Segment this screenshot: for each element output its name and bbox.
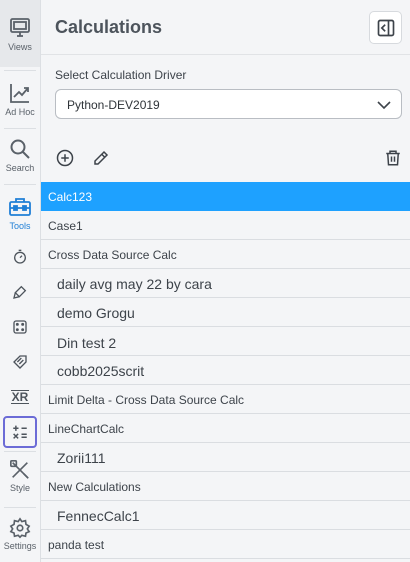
calculations-panel: Calculations Select Calculation Driver P… (41, 0, 410, 562)
list-item[interactable]: Cross Data Source Calc (41, 240, 410, 269)
list-item[interactable]: daily avg may 22 by cara (41, 269, 410, 298)
rail-divider (4, 507, 36, 508)
nav-tools-label: Tools (9, 220, 31, 231)
list-item-label: Case1 (48, 219, 83, 233)
panel-header: Calculations (41, 0, 410, 55)
tag-icon (13, 355, 27, 369)
list-item-label: Calc123 (48, 190, 93, 204)
nav-search[interactable]: Search (0, 134, 40, 176)
list-toolbar (41, 134, 410, 182)
dice-icon (13, 320, 27, 334)
list-item[interactable]: Zorii111 (41, 443, 410, 472)
tool-dice[interactable] (3, 311, 37, 343)
pencil-icon (94, 150, 109, 165)
tool-brush[interactable] (3, 276, 37, 308)
delete-calculation-button[interactable] (383, 148, 403, 168)
list-item[interactable]: FennecCalc1 (41, 501, 410, 530)
nav-style-label: Style (9, 483, 30, 493)
add-calculation-button[interactable] (55, 148, 75, 168)
list-item-calc123[interactable]: Calc123 (41, 182, 410, 211)
rail-divider (4, 451, 36, 452)
list-item-label: Zorii111 (57, 450, 106, 466)
calculator-ops-icon (13, 425, 27, 439)
list-item-label: Limit Delta - Cross Data Source Calc (48, 393, 245, 407)
left-rail: Views Ad Hoc Search Tools XR Style Setti… (0, 0, 41, 562)
list-item-label: New Calculations (48, 480, 141, 494)
list-item-label: FennecCalc1 (57, 508, 140, 524)
tool-timer[interactable] (3, 241, 37, 273)
trash-icon (386, 150, 400, 166)
list-item-label: panda test (48, 538, 105, 552)
list-item[interactable]: Limit Delta - Cross Data Source Calc (41, 385, 410, 414)
list-item-label: LineChartCalc (48, 422, 125, 436)
gear-icon (9, 517, 31, 539)
list-item[interactable]: panda test (41, 530, 410, 559)
collapse-panel-button[interactable] (369, 11, 402, 44)
nav-settings[interactable]: Settings (0, 512, 40, 556)
list-item[interactable]: New Calculations (41, 472, 410, 501)
list-item-label: cobb2025scrit (57, 363, 145, 379)
brush-icon (13, 285, 27, 299)
nav-views[interactable]: Views (0, 0, 40, 67)
edit-calculation-button[interactable] (91, 148, 111, 168)
timer-icon (14, 249, 26, 264)
xr-icon: XR (10, 390, 30, 404)
list-item[interactable]: demo Grogu (41, 298, 410, 327)
list-item[interactable]: LineChartCalc (41, 414, 410, 443)
driver-select[interactable]: Python-DEV2019 (55, 89, 402, 119)
chevron-down-icon (377, 101, 391, 110)
monitor-icon (10, 17, 30, 37)
toolbox-icon (9, 197, 31, 216)
tool-calculations[interactable] (3, 416, 37, 448)
trend-chart-icon (10, 84, 29, 103)
collapse-left-icon (377, 19, 394, 36)
list-item-label: demo Grogu (57, 305, 135, 321)
nav-style[interactable]: Style (0, 454, 40, 498)
nav-adhoc-label: Ad Hoc (5, 107, 35, 117)
nav-search-label: Search (5, 163, 35, 173)
rail-divider (4, 184, 36, 185)
list-item-label: Din test 2 (57, 335, 117, 351)
driver-select-value: Python-DEV2019 (67, 98, 160, 112)
nav-adhoc[interactable]: Ad Hoc (0, 76, 40, 122)
list-item[interactable]: cobb2025scrit (41, 356, 410, 385)
rail-divider (4, 128, 36, 129)
list-item-label: Cross Data Source Calc (48, 248, 177, 262)
list-item-label: daily avg may 22 by cara (57, 276, 212, 292)
rail-divider (4, 70, 36, 71)
driver-label: Select Calculation Driver (55, 68, 187, 82)
nav-settings-label: Settings (3, 541, 37, 551)
list-item[interactable]: Case1 (41, 211, 410, 240)
page-title: Calculations (55, 17, 163, 37)
calculation-list: Calc123 Case1 Cross Data Source Calc dai… (41, 182, 410, 559)
nav-views-label: Views (8, 41, 32, 52)
search-icon (10, 139, 30, 159)
tool-xr[interactable]: XR (3, 381, 37, 413)
add-circle-icon (56, 149, 74, 167)
tool-tag[interactable] (3, 346, 37, 378)
list-item[interactable]: Din test 2 (41, 327, 410, 356)
nav-tools[interactable]: Tools (0, 190, 40, 235)
style-tools-icon (10, 460, 29, 479)
